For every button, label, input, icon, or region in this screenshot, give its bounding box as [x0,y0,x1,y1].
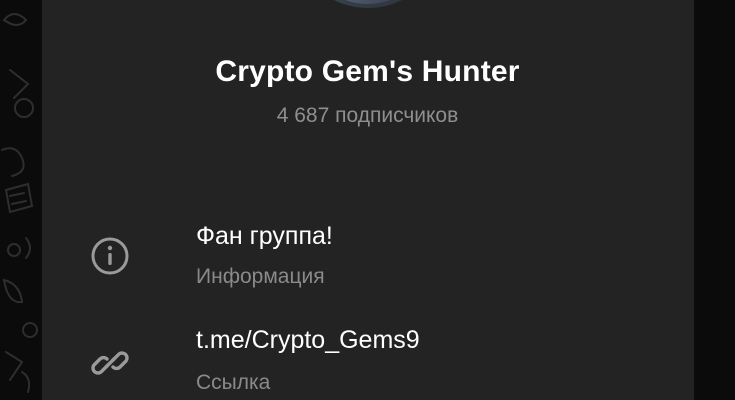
link-icon [90,343,130,383]
description-label: Информация [196,265,325,288]
info-icon [90,236,130,276]
link-value[interactable]: t.me/Crypto_Gems9 [196,326,420,355]
description-value: Фан группа! [196,222,333,250]
info-row-description[interactable]: Фан группа! Информация [42,210,694,300]
info-row-link[interactable]: t.me/Crypto_Gems9 Ссылка [42,318,694,400]
channel-info-screen: Crypto Gem's Hunter 4 687 подписчиков Фа… [0,0,735,400]
channel-title: Crypto Gem's Hunter [215,55,520,88]
link-label: Ссылка [196,371,271,394]
subscriber-count: 4 687 подписчиков [276,104,459,127]
